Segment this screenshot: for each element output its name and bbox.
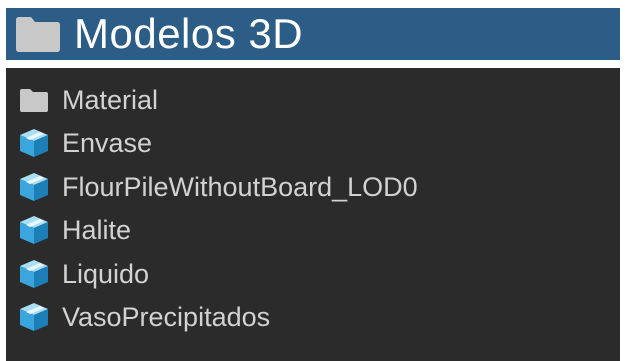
list-item-vasoprecipitados[interactable]: VasoPrecipitados — [16, 296, 620, 340]
folder-header: Modelos 3D — [6, 8, 620, 60]
list-item-material[interactable]: Material — [16, 78, 620, 122]
list-item-label: Envase — [62, 128, 153, 159]
project-window: Modelos 3D Material Envase FlourPileWith… — [0, 0, 626, 361]
folder-icon — [16, 82, 52, 118]
model-prefab-icon — [16, 125, 52, 161]
model-prefab-icon — [16, 212, 52, 248]
list-item-label: VasoPrecipitados — [62, 302, 271, 333]
list-item-envase[interactable]: Envase — [16, 122, 620, 166]
list-item-label: Material — [62, 84, 159, 115]
folder-icon — [10, 8, 66, 60]
list-item-liquido[interactable]: Liquido — [16, 252, 620, 296]
model-prefab-icon — [16, 169, 52, 205]
list-item-label: Liquido — [62, 258, 150, 289]
asset-list-panel: Material Envase FlourPileWithoutBoard_LO… — [6, 68, 620, 361]
list-item-label: FlourPileWithoutBoard_LOD0 — [62, 171, 418, 202]
model-prefab-icon — [16, 299, 52, 335]
folder-title: Modelos 3D — [74, 10, 304, 57]
model-prefab-icon — [16, 256, 52, 292]
list-item-halite[interactable]: Halite — [16, 209, 620, 253]
list-item-flourpile[interactable]: FlourPileWithoutBoard_LOD0 — [16, 165, 620, 209]
list-item-label: Halite — [62, 215, 132, 246]
asset-list: Material Envase FlourPileWithoutBoard_LO… — [6, 68, 620, 339]
